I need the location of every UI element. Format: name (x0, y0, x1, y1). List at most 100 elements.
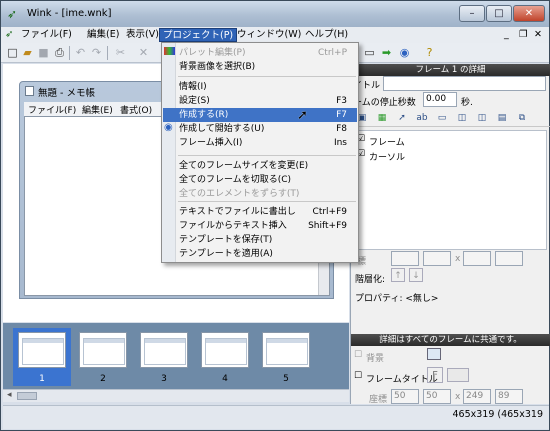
menu-item-label: 全てのエレメントをずらす(T) (179, 189, 300, 199)
menu-separator (178, 201, 356, 202)
menu-item-label: テキストでファイルに書出し (179, 207, 296, 217)
balloon-right-icon[interactable]: ◫ (475, 112, 489, 125)
menu-file[interactable]: ファイル(F) (18, 28, 75, 42)
new-file-icon[interactable]: □ (5, 45, 20, 60)
button-element-icon[interactable]: ▦ (375, 112, 389, 125)
help-icon[interactable]: ? (422, 45, 437, 60)
maximize-button[interactable]: □ (486, 5, 512, 22)
scroll-thumb[interactable] (17, 392, 37, 400)
menu-item[interactable]: 設定(S) F3 (163, 94, 357, 108)
menu-item-label: フレーム挿入(I) (179, 138, 243, 148)
menu-item[interactable]: 作成して開始する(U) F8 (163, 122, 357, 136)
menu-item-label: テンプレートを適用(A) (179, 249, 273, 259)
undo-icon[interactable]: ↶ (73, 45, 88, 60)
new-frame-icon[interactable]: ▭ (362, 45, 377, 60)
color-picker[interactable] (447, 368, 469, 382)
menu-item[interactable]: フレーム挿入(I) Ins (163, 136, 357, 150)
menu-item[interactable]: 全てのフレームサイズを変更(E) (163, 159, 357, 173)
menu-item-label: 背景画像を選択(B) (179, 62, 256, 72)
menu-item[interactable]: 背景画像を選択(B) (163, 60, 357, 74)
frame-thumbnail-image (79, 332, 127, 368)
property-label: プロパティ: <無し> (355, 294, 439, 304)
close-button[interactable]: ✕ (513, 5, 545, 22)
title-top-input[interactable]: 50 (423, 389, 451, 404)
app-logo-icon: ➶ (7, 7, 18, 21)
menu-item-label: 全てのフレームサイズを変更(E) (179, 161, 309, 171)
render-icon[interactable]: ➡ (379, 45, 394, 60)
frame-thumbnail[interactable]: 1 (13, 328, 71, 386)
menu-help[interactable]: ヘルプ(H) (302, 28, 351, 42)
background-checkbox[interactable]: ☐ (354, 350, 362, 360)
frame-title-input[interactable] (383, 76, 546, 91)
menu-window[interactable]: ウィンドウ(W) (234, 28, 304, 42)
menu-item-shortcut: F3 (336, 96, 347, 106)
layer-label: 階層化: (355, 275, 386, 285)
coord-w-input[interactable] (463, 251, 491, 266)
menu-view[interactable]: 表示(V) (123, 28, 162, 42)
balloon-icon[interactable]: ▭ (435, 112, 449, 125)
menu-item[interactable]: テンプレートを適用(A) (163, 247, 357, 261)
menu-item[interactable]: 情報(I) (163, 80, 357, 94)
save-icon[interactable]: ■ (36, 45, 51, 60)
title-height-input[interactable]: 89 (495, 389, 523, 404)
menu-item[interactable]: テンプレートを保存(T) (163, 233, 357, 247)
menu-item[interactable]: テキストでファイルに書出し Ctrl+F9 (163, 205, 357, 219)
menu-item[interactable]: 全てのフレームを切取る(C) (163, 173, 357, 187)
copy-element-icon[interactable]: ⧉ (515, 112, 529, 125)
menu-item-shortcut: F7 (336, 110, 347, 120)
frame-number: 5 (283, 374, 289, 384)
menu-item-label: 作成して開始する(U) (179, 124, 265, 134)
tree-item-cursor[interactable]: カーソル (369, 150, 405, 163)
title-bar[interactable]: ➶ Wink - [ime.wnk] – □ ✕ (1, 1, 549, 27)
frame-thumbnail[interactable]: 5 (257, 328, 315, 386)
menu-item-label: 作成する(R) (179, 110, 229, 120)
layer-up-button[interactable]: ↑ (391, 268, 405, 282)
element-tree[interactable]: ☑ フレーム ☑ カーソル (353, 130, 547, 250)
redo-icon[interactable]: ↷ (89, 45, 104, 60)
mouse-cursor-icon: ➚ (297, 108, 308, 123)
stop-seconds-unit: 秒. (461, 98, 473, 108)
mdi-restore-button[interactable]: ❐ (516, 28, 531, 42)
frame-thumbnail[interactable]: 2 (74, 328, 132, 386)
stop-seconds-input[interactable]: 0.00 (423, 92, 457, 107)
project-menu-dropdown: ➡ ◉ パレット編集(P)Ctrl+P背景画像を選択(B)情報(I)設定(S)F… (161, 42, 359, 263)
balloon-left-icon[interactable]: ◫ (455, 112, 469, 125)
font-button[interactable]: F (427, 367, 443, 383)
image-element-icon[interactable]: ▤ (495, 112, 509, 125)
menu-item-label: パレット編集(P) (179, 48, 246, 58)
coord-y-input[interactable] (423, 251, 451, 266)
coord-h-input[interactable] (495, 251, 523, 266)
frame-number: 3 (161, 374, 167, 384)
frame-thumbnail[interactable]: 4 (196, 328, 254, 386)
background-image-icon[interactable] (427, 348, 441, 360)
cursor-element-icon[interactable]: ➚ (395, 112, 409, 125)
open-folder-icon[interactable]: ▰ (20, 45, 35, 60)
menu-project[interactable]: プロジェクト(P) (159, 28, 238, 42)
delete-icon[interactable]: ✕ (136, 45, 151, 60)
frame-thumbnail[interactable]: 3 (135, 328, 193, 386)
title-width-input[interactable]: 249 (463, 389, 491, 404)
menu-item[interactable]: パレット編集(P) Ctrl+P (163, 46, 357, 60)
tree-item-frame[interactable]: フレーム (369, 135, 405, 148)
minimize-button[interactable]: – (459, 5, 485, 22)
menu-item-shortcut: Ctrl+P (318, 48, 347, 58)
menu-item[interactable]: ファイルからテキスト挿入 Shift+F9 (163, 219, 357, 233)
title-left-input[interactable]: 50 (391, 389, 419, 404)
layer-down-button[interactable]: ↓ (409, 268, 423, 282)
text-element-icon[interactable]: ab (415, 112, 429, 125)
scroll-left-icon[interactable]: ◂ (7, 390, 12, 400)
frame-strip-scrollbar[interactable]: ◂ (3, 389, 349, 402)
mdi-close-button[interactable]: ✕ (531, 28, 545, 42)
menu-edit[interactable]: 編集(E) (84, 28, 122, 42)
menu-item[interactable]: 作成する(R) F7 (163, 108, 357, 122)
menu-item-shortcut: F8 (336, 124, 347, 134)
print-icon[interactable]: ⎙ (52, 45, 67, 60)
mdi-minimize-button[interactable]: _ (501, 28, 512, 42)
coord-x-input[interactable] (391, 251, 419, 266)
common-detail-header: 詳細はすべてのフレームに共通です。 (351, 334, 550, 346)
cut-icon[interactable]: ✂ (113, 45, 128, 60)
menu-item[interactable]: 全てのエレメントをずらす(T) (163, 187, 357, 201)
frame-number: 4 (222, 374, 228, 384)
globe-icon[interactable]: ◉ (397, 45, 412, 60)
frame-title-checkbox[interactable]: ☐ (354, 371, 362, 381)
